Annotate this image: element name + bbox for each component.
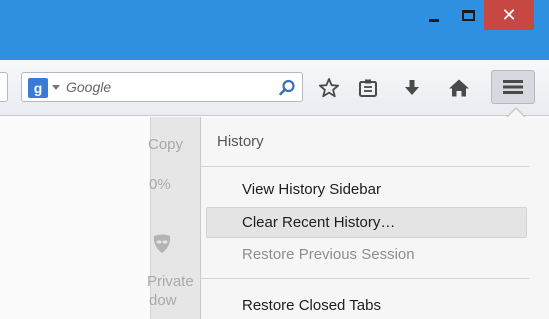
history-panel-title: History bbox=[217, 133, 264, 150]
search-bar[interactable]: g bbox=[21, 72, 303, 102]
private-window-label-line2: dow bbox=[149, 292, 177, 309]
view-history-sidebar-item[interactable]: View History Sidebar bbox=[206, 174, 527, 205]
open-menu-button[interactable] bbox=[491, 70, 535, 104]
download-icon bbox=[405, 80, 419, 95]
clipboard-icon bbox=[359, 79, 377, 97]
google-engine-icon[interactable]: g bbox=[28, 78, 48, 98]
maximize-button[interactable] bbox=[452, 0, 484, 30]
downloads-button[interactable] bbox=[399, 76, 425, 100]
bookmark-star-button[interactable] bbox=[316, 76, 342, 100]
engine-dropdown-icon[interactable] bbox=[52, 85, 60, 90]
divider bbox=[201, 278, 529, 279]
search-icon[interactable] bbox=[277, 78, 297, 98]
minimize-button[interactable] bbox=[416, 0, 452, 30]
home-icon bbox=[449, 79, 469, 97]
panel-arrow-fill bbox=[506, 109, 526, 119]
clear-recent-history-item[interactable]: Clear Recent History… bbox=[206, 207, 527, 238]
zoom-level-label: 0% bbox=[149, 176, 171, 193]
restore-previous-session-item: Restore Previous Session bbox=[242, 246, 415, 263]
close-button[interactable]: ✕ bbox=[484, 0, 534, 30]
search-input[interactable] bbox=[66, 77, 266, 97]
copy-menu-label: Copy bbox=[148, 136, 184, 153]
private-window-label-line1: Private bbox=[147, 273, 194, 290]
divider bbox=[201, 166, 529, 167]
private-mask-icon bbox=[153, 234, 171, 253]
maximize-icon bbox=[461, 9, 475, 21]
hamburger-menu-icon bbox=[503, 80, 523, 94]
home-button[interactable] bbox=[446, 76, 472, 100]
navigation-toolbar: g bbox=[0, 60, 549, 116]
restore-closed-tabs-item[interactable]: Restore Closed Tabs bbox=[206, 290, 527, 319]
url-bar[interactable] bbox=[0, 72, 8, 102]
bookmarks-menu-button[interactable] bbox=[355, 76, 381, 100]
star-icon bbox=[318, 78, 340, 98]
minimize-icon bbox=[429, 18, 439, 22]
